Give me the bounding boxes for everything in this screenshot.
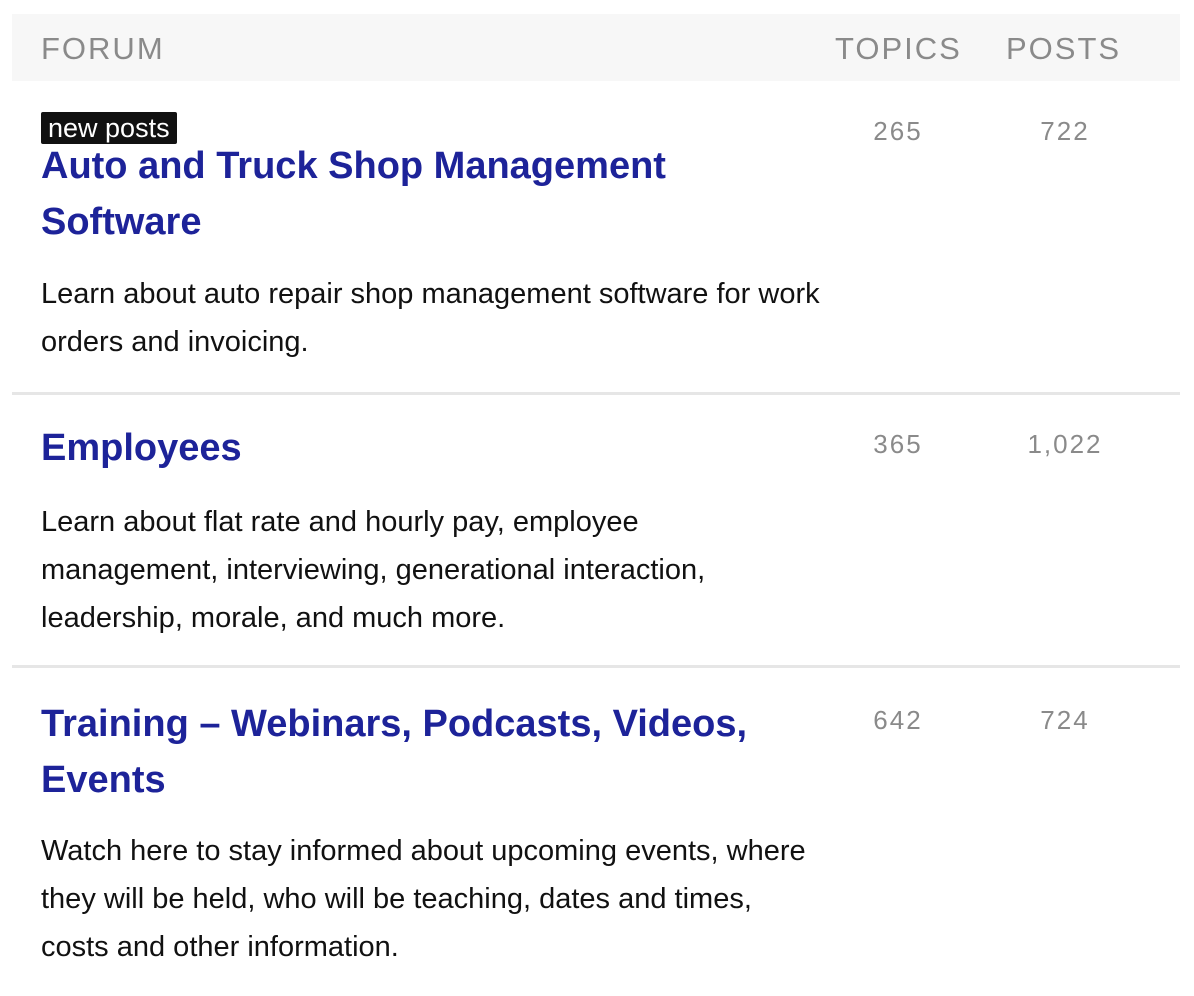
posts-count: 722 bbox=[1040, 116, 1090, 146]
forum-row-shop-management-software: new posts Auto and Truck Shop Management… bbox=[12, 81, 1180, 395]
forum-row-training: Training – Webinars, Podcasts, Videos, E… bbox=[12, 668, 1180, 996]
forum-description: Learn about auto repair shop management … bbox=[41, 278, 820, 358]
topics-count: 365 bbox=[873, 429, 923, 459]
posts-column-header: POSTS bbox=[1006, 31, 1122, 66]
topics-column-header: TOPICS bbox=[835, 31, 962, 66]
posts-count: 724 bbox=[1040, 705, 1090, 735]
forum-description: Watch here to stay informed about upcomi… bbox=[41, 835, 806, 963]
forum-description: Learn about flat rate and hourly pay, em… bbox=[41, 506, 706, 634]
forum-column-header: FORUM bbox=[41, 31, 165, 66]
forum-list-table: FORUM TOPICS POSTS new posts Auto and Tr… bbox=[12, 14, 1180, 996]
forum-title-link[interactable]: Auto and Truck Shop Management Software bbox=[41, 138, 821, 250]
forum-title-link[interactable]: Training – Webinars, Podcasts, Videos, E… bbox=[41, 696, 821, 808]
topics-count: 265 bbox=[873, 116, 923, 146]
forum-row-employees: Employees Learn about flat rate and hour… bbox=[12, 395, 1180, 668]
forum-title-link[interactable]: Employees bbox=[41, 420, 821, 476]
forum-list-header: FORUM TOPICS POSTS bbox=[12, 14, 1180, 81]
topics-count: 642 bbox=[873, 705, 923, 735]
posts-count: 1,022 bbox=[1027, 429, 1103, 459]
